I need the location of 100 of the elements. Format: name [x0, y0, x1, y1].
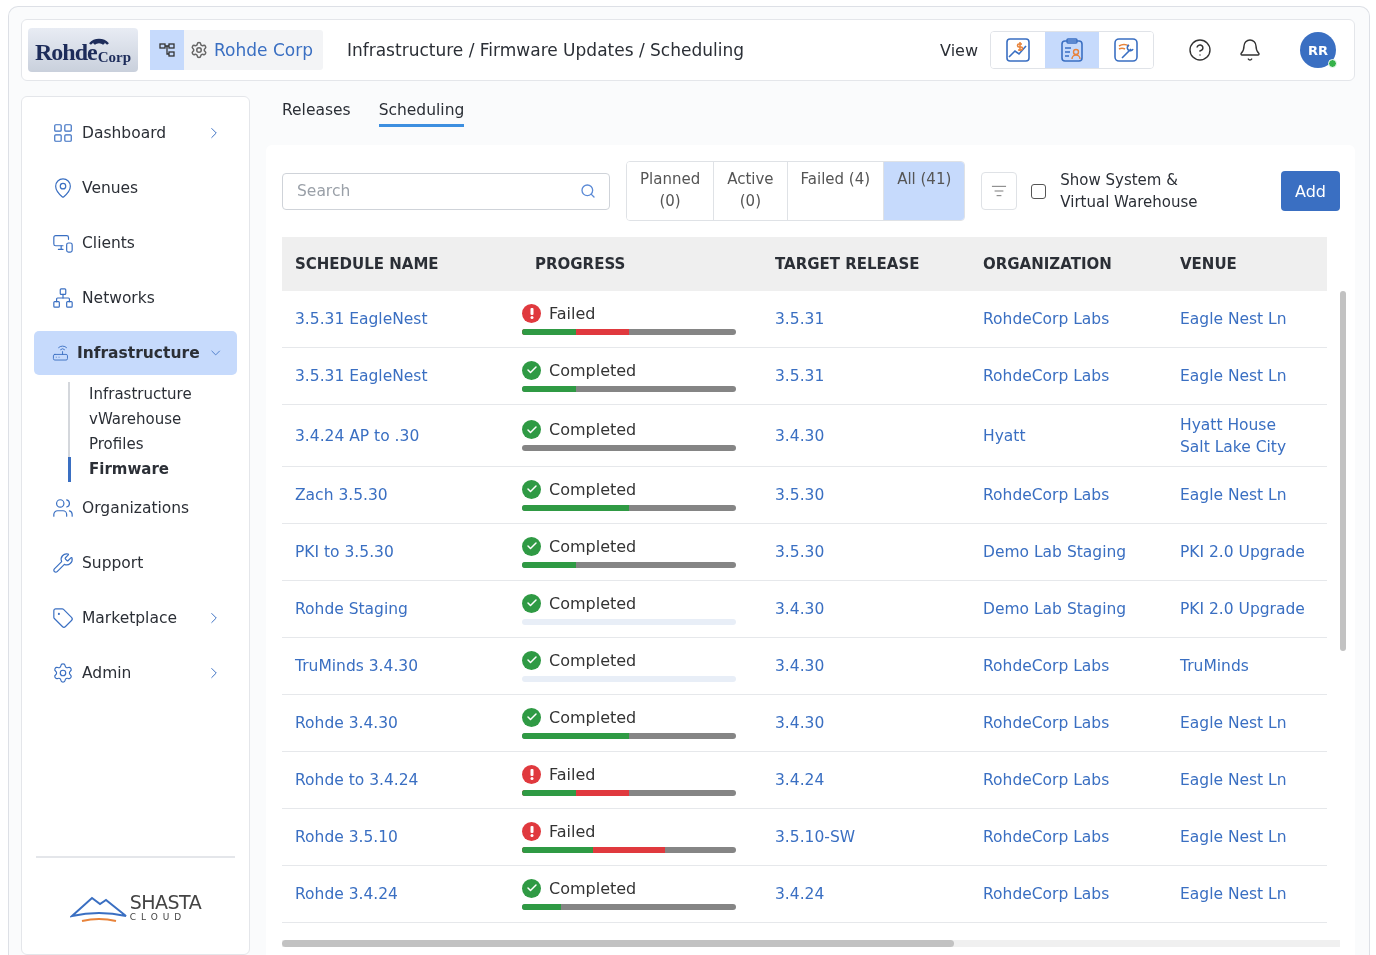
sidebar-item[interactable]: Venues [34, 166, 237, 210]
organization-link[interactable]: RohdeCorp Labs [983, 712, 1110, 734]
venue-link[interactable]: Eagle Nest Ln [1180, 308, 1287, 330]
schedule-link[interactable]: Rohde to 3.4.24 [295, 769, 419, 791]
sidebar-subitem[interactable]: Profiles [68, 432, 237, 457]
filter-tab[interactable]: All (41) [884, 162, 965, 220]
breadcrumb: Infrastructure / Firmware Updates / Scheduling [346, 40, 746, 60]
venue-link[interactable]: PKI 2.0 Upgrade [1180, 598, 1305, 620]
filter-icon [991, 183, 1008, 199]
venue-link[interactable]: Eagle Nest Ln [1180, 769, 1287, 791]
organization-link[interactable]: RohdeCorp Labs [983, 308, 1110, 330]
sidebar-item[interactable]: Networks [34, 276, 237, 320]
search-field[interactable]: Search [282, 172, 610, 210]
column-header: PROGRESS [522, 237, 762, 291]
schedule-link[interactable]: Rohde Staging [295, 598, 408, 620]
footer-logo: SHASTA CLOUD [69, 890, 202, 922]
router-icon [52, 342, 69, 364]
organization-link[interactable]: RohdeCorp Labs [983, 365, 1110, 387]
organization-link[interactable]: RohdeCorp Labs [983, 484, 1110, 506]
sidebar-item[interactable]: Infrastructure [34, 331, 237, 375]
sidebar-subitem[interactable]: Infrastructure [68, 382, 237, 407]
venue-link[interactable]: Hyatt House Salt Lake City [1180, 413, 1310, 458]
venue-link[interactable]: Eagle Nest Ln [1180, 712, 1287, 734]
view-label: View [940, 40, 978, 60]
status-text: Completed [549, 707, 637, 727]
sidebar-item[interactable]: Support [34, 541, 237, 585]
venue-link[interactable]: Eagle Nest Ln [1180, 826, 1287, 848]
column-header: TARGET RELEASE [762, 237, 970, 291]
sidebar-item[interactable]: Marketplace [34, 596, 237, 640]
clipboard-person-icon [1059, 37, 1085, 63]
organization-link[interactable]: Demo Lab Staging [983, 598, 1127, 620]
sidebar-item[interactable]: Admin [34, 651, 237, 695]
organization-link[interactable]: RohdeCorp Labs [983, 883, 1110, 905]
release-text: 3.4.30 [775, 425, 825, 447]
organization-link[interactable]: RohdeCorp Labs [983, 826, 1110, 848]
venue-link[interactable]: TruMinds [1180, 655, 1249, 677]
network-icon [52, 287, 74, 309]
organization-link[interactable]: RohdeCorp Labs [983, 769, 1110, 791]
venue-link[interactable]: Eagle Nest Ln [1180, 365, 1287, 387]
checkbox[interactable] [1031, 183, 1047, 199]
sidebar-item[interactable]: Organizations [34, 486, 237, 530]
release-text: 3.4.30 [775, 656, 825, 677]
release-text: 3.5.30 [775, 542, 825, 563]
help-icon[interactable] [1188, 38, 1212, 62]
release-text: 3.4.30 [775, 713, 825, 734]
schedule-link[interactable]: 3.4.24 AP to .30 [295, 424, 420, 447]
status-text: Failed [549, 764, 596, 784]
people-icon [52, 497, 74, 519]
column-header: SCHEDULE NAME [282, 237, 522, 291]
column-header: VENUE [1167, 237, 1327, 291]
tab[interactable]: Releases [282, 93, 351, 127]
search-icon [580, 182, 596, 199]
release-text: 3.5.30 [775, 485, 825, 506]
schedule-link[interactable]: 3.5.31 EagleNest [295, 365, 428, 387]
venue-link[interactable]: PKI 2.0 Upgrade [1180, 541, 1305, 563]
column-header: ORGANIZATION [970, 237, 1167, 291]
status-text: Failed [549, 821, 596, 841]
organization-switcher[interactable]: Rohde Corp [150, 30, 323, 70]
release-text: 3.4.24 [775, 884, 825, 905]
organization-link[interactable]: Hyatt [983, 424, 1026, 447]
status-text: Failed [549, 303, 596, 323]
status-text: Completed [549, 536, 637, 556]
checkbox-label: Show System & Virtual Warehouse [1060, 170, 1199, 213]
grid-icon [52, 122, 74, 144]
schedule-link[interactable]: PKI to 3.5.30 [295, 541, 394, 563]
sidebar-item[interactable]: Dashboard [34, 111, 237, 155]
add-button[interactable]: Add [1281, 171, 1340, 211]
organization-link[interactable]: Demo Lab Staging [983, 541, 1127, 563]
status-text: Completed [549, 878, 637, 898]
sidebar-subitem[interactable]: vWarehouse [68, 407, 237, 432]
status-text: Completed [549, 420, 637, 439]
vertical-scrollbar[interactable] [1340, 291, 1346, 651]
tag-icon [52, 607, 74, 629]
wrench-icon [1113, 37, 1139, 63]
schedule-link[interactable]: TruMinds 3.4.30 [295, 655, 419, 677]
chart-dollar-icon [1005, 37, 1031, 63]
status-text: Completed [549, 593, 637, 613]
horizontal-scrollbar[interactable] [282, 940, 1340, 947]
venue-link[interactable]: Eagle Nest Ln [1180, 883, 1287, 905]
schedule-link[interactable]: Rohde 3.5.10 [295, 826, 398, 848]
tab[interactable]: Scheduling [378, 93, 465, 127]
hierarchy-icon [159, 43, 175, 57]
user-avatar[interactable]: RR [1300, 32, 1336, 68]
sidebar-item[interactable]: Clients [34, 221, 237, 265]
wrench-icon [52, 552, 74, 574]
notification-bell-icon[interactable] [1238, 38, 1262, 62]
organization-link[interactable]: RohdeCorp Labs [983, 655, 1110, 677]
status-text: Completed [549, 650, 637, 670]
sidebar-subitem[interactable]: Firmware [68, 457, 237, 482]
devices-icon [52, 232, 74, 254]
settings-icon [52, 662, 74, 684]
release-text: 3.4.24 [775, 770, 825, 791]
view-toggle[interactable] [1045, 32, 1099, 68]
schedule-link[interactable]: Rohde 3.4.24 [295, 883, 398, 905]
schedule-link[interactable]: Rohde 3.4.30 [295, 712, 398, 734]
venue-link[interactable]: Eagle Nest Ln [1180, 484, 1287, 506]
filter-tab[interactable]: Planned (0) [627, 162, 715, 220]
schedule-link[interactable]: Zach 3.5.30 [295, 484, 388, 506]
schedule-link[interactable]: 3.5.31 EagleNest [295, 308, 428, 330]
filter-button[interactable] [981, 172, 1018, 210]
